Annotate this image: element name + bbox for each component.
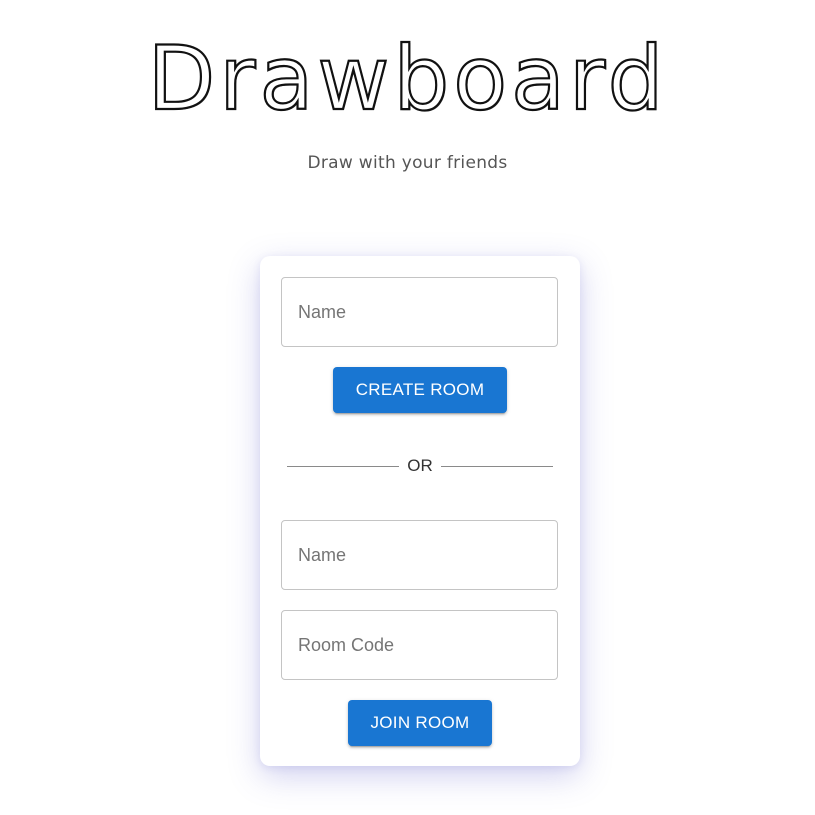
join-room-button[interactable]: JOIN ROOM [348, 700, 492, 746]
app-subtitle: Draw with your friends [307, 153, 508, 173]
create-name-input[interactable] [281, 277, 558, 347]
divider-line-right [440, 465, 553, 467]
divider-line-left [287, 465, 400, 467]
or-label: OR [407, 456, 433, 475]
create-room-button[interactable]: CREATE ROOM [333, 367, 507, 413]
or-divider: OR [287, 454, 553, 478]
room-card: CREATE ROOM OR JOIN ROOM [260, 256, 580, 766]
room-code-input[interactable] [281, 610, 558, 680]
app-logo: Drawboard [146, 26, 668, 131]
join-name-input[interactable] [281, 520, 558, 590]
